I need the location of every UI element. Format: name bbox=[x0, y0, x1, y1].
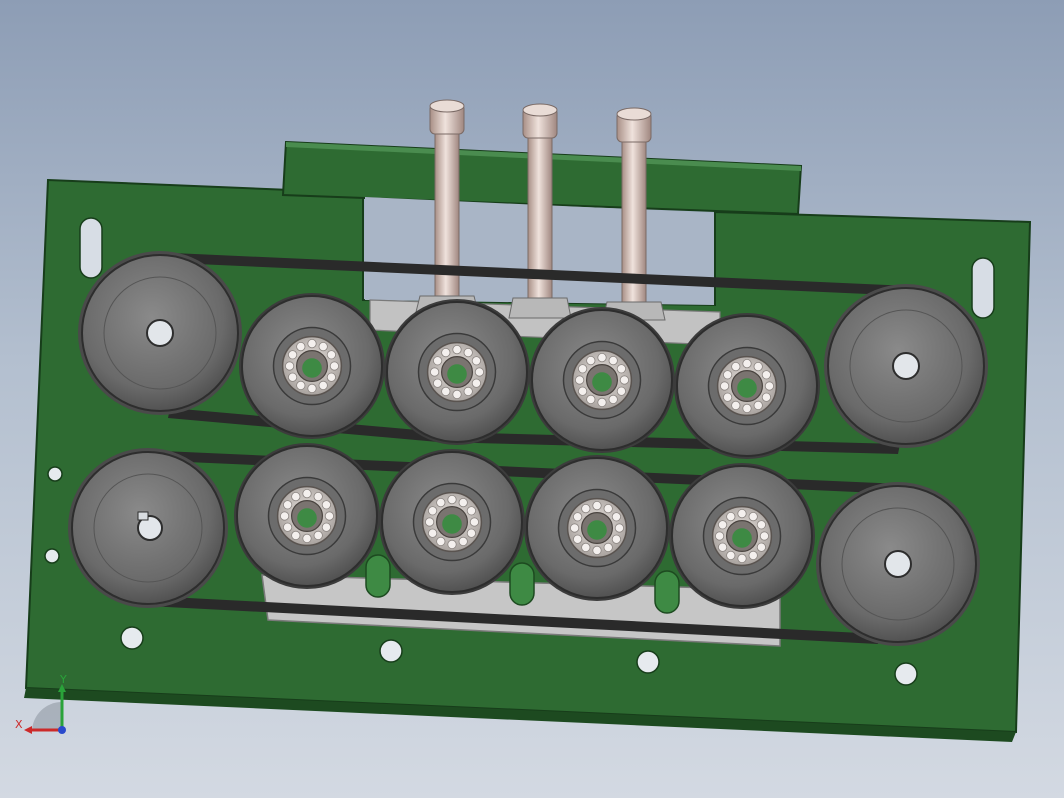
lower-bearing-wheel-2 bbox=[379, 449, 525, 595]
upper-bearing-wheel-2 bbox=[384, 299, 530, 445]
upper-bearing-wheel-3 bbox=[529, 307, 675, 453]
axis-triad: Y X bbox=[15, 673, 67, 734]
x-axis-label: X bbox=[15, 718, 23, 731]
lower-bearing-wheel-1 bbox=[234, 443, 380, 589]
upper-bearing-wheel-4 bbox=[674, 313, 820, 459]
upper-drive-pulley-right bbox=[824, 284, 988, 448]
lower-bearing-wheel-3 bbox=[524, 455, 670, 601]
cad-viewport[interactable] bbox=[0, 0, 1064, 798]
lower-drive-pulley-left bbox=[68, 448, 228, 608]
lower-drive-pulley-right bbox=[816, 482, 980, 646]
lower-bearing-wheel-4 bbox=[669, 463, 815, 609]
y-axis-label: Y bbox=[59, 673, 67, 686]
upper-bearing-wheel-1 bbox=[239, 293, 385, 439]
upper-drive-pulley-left bbox=[78, 251, 242, 415]
